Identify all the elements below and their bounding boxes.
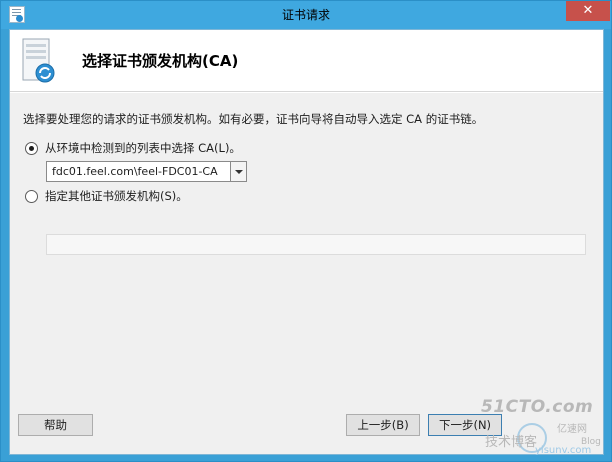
close-button[interactable]: ✕ [566,1,610,21]
wizard-client-area: 选择证书颁发机构(CA) 选择要处理您的请求的证书颁发机构。如有必要，证书向导将… [9,29,604,455]
radio-other-ca-label[interactable]: 指定其他证书颁发机构(S)。 [45,188,188,204]
window-title: 证书请求 [281,8,330,22]
radio-detected-ca[interactable] [25,142,38,155]
help-button[interactable]: 帮助 [18,414,93,436]
back-button[interactable]: 上一步(B) [346,414,420,436]
radio-other-ca[interactable] [25,190,38,203]
ca-select-dropdown[interactable]: fdc01.feel.com\feel-FDC01-CA [46,161,247,182]
instruction-text: 选择要处理您的请求的证书颁发机构。如有必要，证书向导将自动导入选定 CA 的证书… [23,112,484,126]
other-ca-input[interactable] [46,234,586,255]
certificate-server-icon [22,38,55,83]
title-bar[interactable]: 证书请求 ✕ [1,1,611,29]
dialog-window: 证书请求 ✕ 选择证书颁发机构(CA) 选择要处理您的请求的证书颁发机构。如有必… [0,0,612,462]
chevron-down-icon[interactable] [230,162,246,181]
page-title: 选择证书颁发机构(CA) [82,52,239,70]
ca-select-value: fdc01.feel.com\feel-FDC01-CA [52,165,218,178]
wizard-header: 选择证书颁发机构(CA) [10,30,603,92]
wizard-body: 选择要处理您的请求的证书颁发机构。如有必要，证书向导将自动导入选定 CA 的证书… [10,93,603,454]
radio-detected-ca-label[interactable]: 从环境中检测到的列表中选择 CA(L)。 [45,140,241,156]
next-button[interactable]: 下一步(N) [428,414,502,436]
